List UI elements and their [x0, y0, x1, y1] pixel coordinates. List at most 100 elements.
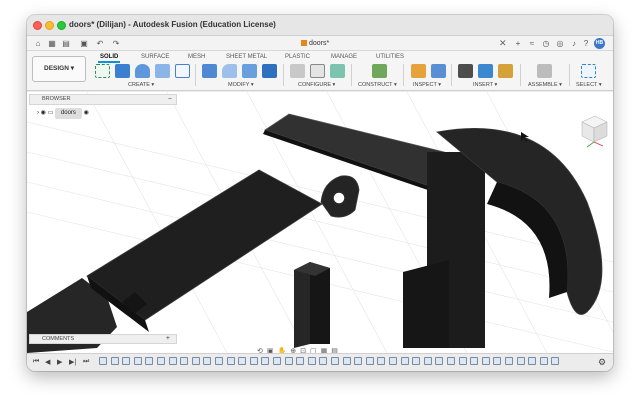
window-maximize-button[interactable] — [57, 21, 66, 30]
construct-plane-icon[interactable] — [372, 64, 387, 78]
chevron-right-icon[interactable]: › — [37, 110, 39, 116]
inspect-group-label[interactable]: INSPECT ▾ — [413, 82, 441, 88]
modify-group-label[interactable]: MODIFY ▾ — [228, 82, 254, 88]
document-tab[interactable]: doors* — [297, 36, 333, 51]
timeline-feature-icon[interactable] — [168, 357, 177, 365]
comments-panel-header[interactable]: COMMENTS + — [29, 334, 177, 344]
insert-group-label[interactable]: INSERT ▾ — [473, 82, 497, 88]
timeline-start-icon[interactable]: ⏮ — [33, 358, 39, 366]
insert-image-icon[interactable] — [478, 64, 493, 78]
workspace-switcher[interactable]: DESIGN ▾ — [32, 56, 86, 82]
timeline-forward-icon[interactable]: ▶| — [69, 358, 76, 366]
online-icon[interactable]: ◎ — [555, 39, 565, 48]
timeline-feature-icon[interactable] — [470, 357, 479, 365]
timeline-feature-icon[interactable] — [354, 357, 363, 365]
fillet-icon[interactable] — [222, 64, 237, 78]
save-icon[interactable]: ▣ — [79, 39, 89, 48]
timeline-feature-icon[interactable] — [261, 357, 270, 365]
extrude-icon[interactable] — [115, 64, 130, 78]
data-panel-icon[interactable]: ≈ — [527, 39, 537, 48]
tab-plastic[interactable]: PLASTIC — [285, 54, 310, 60]
timeline-feature-icon[interactable] — [249, 357, 258, 365]
configure-rule-icon[interactable] — [310, 64, 325, 78]
grid-icon[interactable]: ▦ — [47, 39, 57, 48]
timeline-feature-icon[interactable] — [481, 357, 490, 365]
timeline-feature-icon[interactable] — [377, 357, 386, 365]
construct-group-label[interactable]: CONSTRUCT ▾ — [358, 82, 397, 88]
eye-icon[interactable]: ◉ — [41, 110, 48, 116]
timeline-feature-icon[interactable] — [528, 357, 537, 365]
browser-tree-item[interactable]: › ◉ ▭ doors ◉ — [37, 108, 89, 119]
timeline-feature-icon[interactable] — [133, 357, 142, 365]
timeline-feature-icon[interactable] — [331, 357, 339, 365]
tab-utilities[interactable]: UTILITIES — [376, 54, 404, 60]
canvas-viewport[interactable]: BROWSER − › ◉ ▭ doors ◉ COMMENTS + ⟲▣✋⊕⊡… — [27, 92, 613, 353]
help-icon[interactable]: ? — [581, 39, 591, 48]
window-close-button[interactable] — [33, 21, 42, 30]
timeline-feature-icon[interactable] — [284, 357, 293, 365]
insert-mesh-icon[interactable] — [498, 64, 513, 78]
tab-sheet-metal[interactable]: SHEET METAL — [226, 54, 267, 60]
timeline-feature-icon[interactable] — [365, 357, 374, 365]
window-minimize-button[interactable] — [45, 21, 54, 30]
configure-table-icon[interactable] — [290, 64, 305, 78]
notification-icon[interactable]: ♪ — [569, 39, 579, 48]
configure-theme-icon[interactable] — [330, 64, 345, 78]
tab-manage[interactable]: MANAGE — [331, 54, 357, 60]
tab-mesh[interactable]: MESH — [188, 54, 205, 60]
timeline-feature-icon[interactable] — [447, 357, 455, 365]
insert-derive-icon[interactable] — [458, 64, 473, 78]
timeline-feature-icon[interactable] — [122, 357, 131, 365]
timeline-feature-icon[interactable] — [400, 357, 409, 365]
undo-icon[interactable]: ↶ — [95, 39, 105, 48]
home-icon[interactable]: ⌂ — [33, 39, 43, 48]
tab-surface[interactable]: SURFACE — [141, 54, 169, 60]
assemble-group-label[interactable]: ASSEMBLE ▾ — [528, 82, 562, 88]
select-icon[interactable] — [581, 64, 596, 78]
right-base-block[interactable] — [403, 260, 449, 348]
timeline-feature-icon[interactable] — [505, 357, 513, 365]
timeline-feature-icon[interactable] — [423, 357, 432, 365]
center-post[interactable] — [294, 262, 310, 348]
close-icon[interactable]: ✕ — [499, 38, 507, 49]
activate-icon[interactable]: ◉ — [84, 110, 89, 116]
redo-icon[interactable]: ↷ — [111, 39, 121, 48]
section-analysis-icon[interactable] — [431, 64, 446, 78]
timeline-feature-icon[interactable] — [238, 357, 247, 365]
create-group-label[interactable]: CREATE ▾ — [128, 82, 154, 88]
hole-icon[interactable] — [155, 64, 170, 78]
timeline-feature-icon[interactable] — [342, 357, 351, 365]
timeline-feature-icon[interactable] — [180, 357, 189, 365]
timeline-feature-icon[interactable] — [203, 357, 212, 365]
timeline-feature-icon[interactable] — [296, 357, 305, 365]
pattern-icon[interactable] — [175, 64, 190, 78]
add-comment-icon[interactable]: + — [166, 335, 170, 343]
timeline-feature-icon[interactable] — [435, 357, 444, 365]
add-tab-icon[interactable]: + — [513, 39, 523, 48]
timeline-feature-icon[interactable] — [273, 357, 281, 365]
left-door-panel[interactable] — [86, 169, 323, 321]
combine-icon[interactable] — [262, 64, 277, 78]
browser-panel-header[interactable]: BROWSER − — [29, 94, 177, 105]
timeline-feature-icon[interactable] — [516, 357, 525, 365]
timeline-feature-icon[interactable] — [319, 357, 328, 365]
timeline-feature-icon[interactable] — [99, 357, 107, 365]
timeline-feature-icon[interactable] — [458, 357, 467, 365]
file-icon[interactable]: ▤ — [61, 39, 71, 48]
browser-collapse-icon[interactable]: − — [168, 95, 172, 104]
timeline-feature-icon[interactable] — [226, 357, 235, 365]
select-group-label[interactable]: SELECT ▾ — [576, 82, 602, 88]
timeline-feature-icon[interactable] — [145, 357, 154, 365]
measure-icon[interactable] — [411, 64, 426, 78]
tab-solid[interactable]: SOLID — [97, 54, 121, 63]
timeline-feature-icon[interactable] — [551, 357, 560, 365]
joint-icon[interactable] — [537, 64, 552, 78]
timeline-feature-icon[interactable] — [110, 357, 119, 365]
timeline-feature-icon[interactable] — [539, 357, 548, 365]
create-sketch-icon[interactable] — [95, 64, 110, 78]
revolve-icon[interactable] — [135, 64, 150, 78]
press-pull-icon[interactable] — [202, 64, 217, 78]
gear-icon[interactable]: ⚙ — [598, 357, 606, 368]
avatar[interactable]: HB — [594, 38, 605, 49]
timeline-back-icon[interactable]: ◀ — [45, 358, 50, 366]
